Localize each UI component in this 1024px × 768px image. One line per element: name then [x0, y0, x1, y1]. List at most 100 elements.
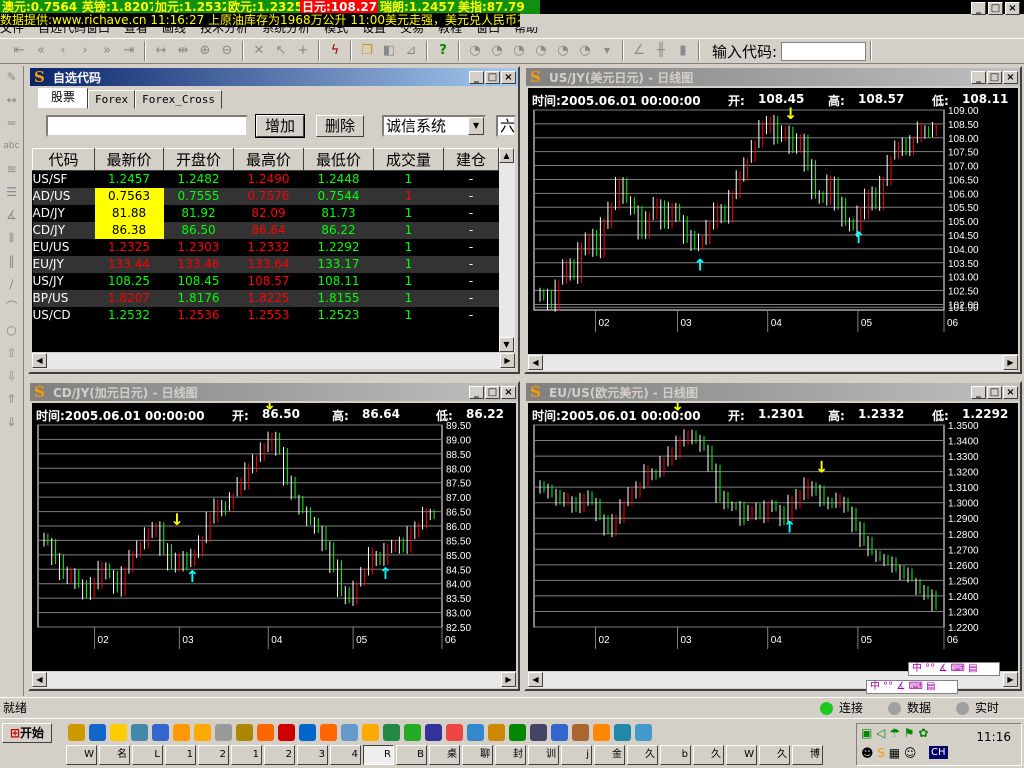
angle-icon[interactable]: ∡ — [0, 204, 23, 227]
cycle-lines-icon[interactable]: ⦀ — [0, 227, 23, 250]
down-arrow-icon[interactable]: ⇩ — [0, 365, 23, 388]
menu-item[interactable]: 文件 — [0, 27, 24, 34]
scroll-right-icon[interactable]: ▶ — [1003, 355, 1018, 370]
quick-launch-app-icon[interactable] — [320, 724, 337, 741]
extra-select[interactable]: 六 — [496, 115, 517, 137]
taskbar-button[interactable]: 封 — [495, 745, 526, 765]
lines-icon[interactable]: ≡ — [0, 158, 23, 181]
taskbar-button[interactable]: j — [561, 745, 592, 765]
tab-stocks[interactable]: 股票 — [38, 88, 89, 109]
quick-launch-app-icon[interactable] — [215, 724, 232, 741]
quick-launch-app-icon[interactable] — [509, 724, 526, 741]
vertical-lines-icon[interactable]: ‖ — [0, 250, 23, 273]
quick-launch-app-icon[interactable] — [446, 724, 463, 741]
horizontal-scrollbar[interactable]: ◀ ▶ — [32, 353, 515, 369]
quick-launch-app-icon[interactable] — [152, 724, 169, 741]
quick-launch-app-icon[interactable] — [131, 724, 148, 741]
compress-icon[interactable]: ⇹ — [172, 41, 194, 61]
vertical-scrollbar[interactable]: ▲ ▼ — [499, 148, 515, 352]
pen-icon[interactable]: ✎ — [0, 66, 23, 89]
taskbar-button[interactable]: 久 — [627, 745, 658, 765]
first-bar-icon[interactable]: ⇤ — [8, 41, 30, 61]
quick-launch-app-icon[interactable] — [236, 724, 253, 741]
menu-item[interactable]: 系统分析 — [262, 27, 310, 34]
app-minimize-button[interactable]: _ — [971, 2, 986, 15]
delete-button[interactable]: 删除 — [316, 115, 365, 137]
taskbar-button[interactable]: R — [363, 745, 394, 765]
ime-toolbar-2[interactable]: 中 °° ∡ ⌨ ▤ — [908, 662, 1000, 678]
taskbar-button[interactable]: 3 — [297, 745, 328, 765]
table-row[interactable]: BP/US 1.8207 1.8176 1.8225 1.8155 1- — [32, 289, 499, 307]
ime-bar-2[interactable]: 中 °° ∡ ⌨ ▤ — [908, 662, 1000, 676]
quick-launch-app-icon[interactable] — [425, 724, 442, 741]
scroll-left-icon[interactable]: ◀ — [32, 672, 47, 687]
taskbar-button[interactable]: 久 — [693, 745, 724, 765]
menu-item[interactable]: 自选代码窗口 — [38, 27, 110, 34]
quick-launch-app-icon[interactable] — [551, 724, 568, 741]
app-restore-button[interactable]: □ — [988, 2, 1003, 15]
maximize-button[interactable]: □ — [987, 385, 1002, 399]
chart-area[interactable]: 时间:2005.06.01 00:00:00 开: 86.50 高: 86.64 低… — [32, 403, 516, 671]
app-close-button[interactable]: × — [1005, 2, 1020, 15]
taskbar-button[interactable]: 久 — [759, 745, 790, 765]
column-header[interactable]: 最高价 — [233, 148, 304, 171]
ime-toolbar[interactable]: 中 °° ∡ ⌨ ▤ — [866, 680, 958, 696]
quick-launch-app-icon[interactable] — [362, 724, 379, 741]
period-day-icon[interactable]: ◔ — [574, 41, 596, 61]
candle-chart-icon[interactable]: ▮ — [672, 41, 694, 61]
taskbar-button[interactable]: 1 — [231, 745, 262, 765]
help-icon[interactable]: ? — [432, 41, 454, 61]
column-header[interactable]: 最低价 — [303, 148, 374, 171]
taskbar-button[interactable]: 1 — [165, 745, 196, 765]
ime-indicator[interactable]: CH — [929, 746, 948, 759]
column-header[interactable]: 成交量 — [373, 148, 444, 171]
column-header[interactable]: 开盘价 — [163, 148, 234, 171]
close-button[interactable]: × — [1003, 385, 1018, 399]
quick-launch-app-icon[interactable] — [614, 724, 631, 741]
tab-forex-cross[interactable]: Forex_Cross — [135, 90, 222, 109]
table-row[interactable]: US/CD 1.2532 1.2536 1.2553 1.2523 1 - — [33, 307, 500, 324]
quick-launch-app-icon[interactable] — [68, 724, 85, 741]
windows-icon[interactable]: ❐ — [356, 41, 378, 61]
close-button[interactable]: × — [501, 385, 516, 399]
watchlist-title-bar[interactable]: S 自选代码 _ □ × — [30, 68, 518, 86]
close-button[interactable]: × — [1003, 70, 1018, 84]
up-arrow-2-icon[interactable]: ⇑ — [0, 388, 23, 411]
quick-launch-app-icon[interactable] — [299, 724, 316, 741]
taskbar-button[interactable]: 聊 — [462, 745, 493, 765]
page-forward-icon[interactable]: » — [96, 41, 118, 61]
text-icon[interactable]: abc — [0, 135, 23, 158]
add-button[interactable]: 增加 — [254, 114, 306, 138]
scroll-right-icon[interactable]: ▶ — [1003, 672, 1018, 687]
menu-item[interactable]: 查看 — [124, 27, 148, 34]
taskbar-button[interactable]: 2 — [198, 745, 229, 765]
taskbar-button[interactable]: B — [396, 745, 427, 765]
zoom-out-icon[interactable]: ⊖ — [216, 41, 238, 61]
arc-icon[interactable]: ⌒ — [0, 296, 23, 319]
taskbar-button[interactable]: L — [132, 745, 163, 765]
scroll-right-icon[interactable]: ▶ — [500, 353, 515, 368]
quick-launch-app-icon[interactable] — [341, 724, 358, 741]
quick-launch-app-icon[interactable] — [194, 724, 211, 741]
pointer-icon[interactable]: ↖ — [270, 41, 292, 61]
scroll-left-icon[interactable]: ◀ — [32, 353, 47, 368]
table-row[interactable]: US/JY 108.25 108.45 108.57 108.11 1 - — [33, 273, 500, 290]
menu-item[interactable]: 模式 — [324, 27, 348, 34]
down-arrow-2-icon[interactable]: ⇓ — [0, 411, 23, 434]
period-5-icon[interactable]: ◔ — [508, 41, 530, 61]
start-button[interactable]: ⊞开始 — [2, 723, 52, 743]
menu-item[interactable]: 窗口 — [476, 27, 500, 34]
period-3-icon[interactable]: ◔ — [486, 41, 508, 61]
menu-item[interactable]: 教程 — [438, 27, 462, 34]
delete-icon[interactable]: ✕ — [248, 41, 270, 61]
taskbar-button[interactable]: 训 — [528, 745, 559, 765]
taskbar-button[interactable]: 2 — [264, 745, 295, 765]
expand-icon[interactable]: ↔ — [150, 41, 172, 61]
panel-icon[interactable]: ◧ — [378, 41, 400, 61]
quick-launch-app-icon[interactable] — [257, 724, 274, 741]
scroll-right-icon[interactable]: ▶ — [501, 672, 516, 687]
taskbar-button[interactable]: W — [66, 745, 97, 765]
step-back-icon[interactable]: ‹ — [52, 41, 74, 61]
quick-launch-app-icon[interactable] — [488, 724, 505, 741]
menu-item[interactable]: 交易 — [400, 27, 424, 34]
